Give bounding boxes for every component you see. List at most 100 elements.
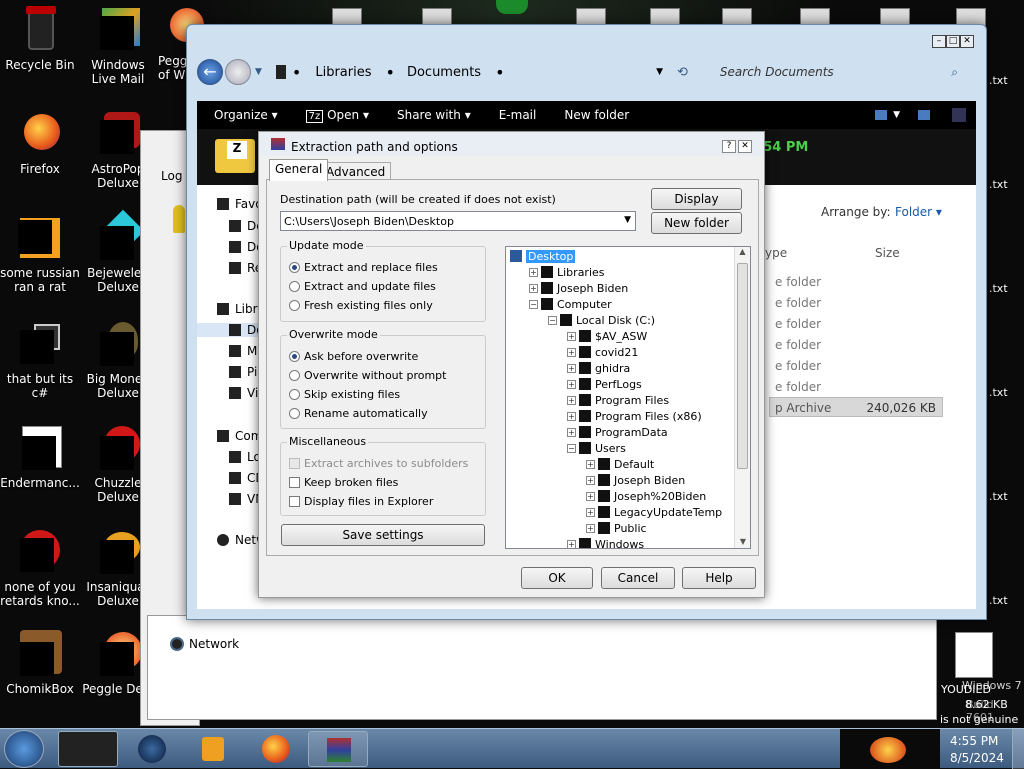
- destination-path-combo[interactable]: C:\Users\Joseph Biden\Desktop ▼: [280, 211, 636, 231]
- desktop-icon-chomikbox[interactable]: ChomikBox: [0, 630, 80, 696]
- column-type[interactable]: ype: [765, 246, 787, 260]
- desktop-txt-file[interactable]: .txt: [989, 74, 1008, 87]
- breadcrumb-documents[interactable]: Documents: [407, 65, 481, 80]
- arrange-dropdown[interactable]: Folder ▾: [895, 205, 942, 219]
- scroll-thumb[interactable]: [737, 263, 748, 469]
- taskbar-app-explorer[interactable]: [58, 731, 118, 767]
- expand-icon[interactable]: −: [529, 300, 538, 309]
- radio-fresh-existing[interactable]: Fresh existing files only: [289, 299, 433, 312]
- expand-icon[interactable]: +: [586, 492, 595, 501]
- scroll-up-icon[interactable]: ▲: [735, 247, 750, 256]
- row-type[interactable]: e folder: [775, 380, 821, 394]
- tree-node[interactable]: + Joseph%20Biden: [586, 489, 706, 505]
- tree-node[interactable]: + Joseph Biden: [586, 473, 685, 489]
- dialog-titlebar[interactable]: Extraction path and options ? ✕: [259, 132, 764, 156]
- minimize-button[interactable]: –: [932, 35, 946, 48]
- network-label[interactable]: Network: [189, 637, 239, 651]
- maximize-button[interactable]: □: [946, 35, 960, 48]
- taskbar-app-browser[interactable]: [122, 731, 182, 767]
- expand-icon[interactable]: +: [567, 332, 576, 341]
- bottom-window[interactable]: Network: [147, 615, 937, 720]
- address-bar[interactable]: • Libraries • Documents • ▼ ⟲: [270, 59, 688, 85]
- desktop-icon-recycle-bin[interactable]: Recycle Bin: [0, 6, 80, 72]
- desktop-icon-peggle-wow[interactable]: Pegg of W: [150, 6, 204, 82]
- expand-icon[interactable]: +: [586, 524, 595, 533]
- expand-icon[interactable]: +: [567, 540, 576, 548]
- expand-icon[interactable]: +: [529, 284, 538, 293]
- radio-extract-replace[interactable]: Extract and replace files: [289, 261, 438, 274]
- share-with-button[interactable]: Share with ▾: [397, 108, 471, 122]
- checkbox-display-in-explorer[interactable]: Display files in Explorer: [289, 495, 433, 508]
- tree-node[interactable]: − Users: [567, 441, 626, 457]
- preview-pane-icon[interactable]: [918, 110, 930, 120]
- open-button[interactable]: 7z Open ▾: [305, 108, 369, 123]
- expand-icon[interactable]: +: [586, 476, 595, 485]
- checkbox-keep-broken-files[interactable]: Keep broken files: [289, 476, 398, 489]
- tree-node[interactable]: + $AV_ASW: [567, 329, 647, 345]
- taskbar-app-winrar[interactable]: [308, 731, 368, 767]
- extraction-dialog[interactable]: Extraction path and options ? ✕ General …: [258, 131, 765, 598]
- tree-node[interactable]: + Public: [586, 521, 647, 537]
- address-dropdown-icon[interactable]: ▼: [656, 67, 663, 77]
- refresh-icon[interactable]: ⟲: [677, 65, 688, 80]
- archive-row[interactable]: p Archive 240,026 KB: [769, 397, 943, 417]
- display-button[interactable]: Display: [651, 188, 742, 210]
- desktop-icon-none-of-you[interactable]: none of you retards kno...: [0, 528, 80, 608]
- save-settings-button[interactable]: Save settings: [281, 524, 485, 546]
- tree-node[interactable]: + Libraries: [529, 265, 605, 281]
- desktop-icon-endermanc[interactable]: Endermanc...: [0, 424, 80, 490]
- expand-icon[interactable]: +: [567, 396, 576, 405]
- tray-date[interactable]: 8/5/2024: [950, 751, 1004, 765]
- tree-node[interactable]: + Default: [586, 457, 654, 473]
- breadcrumb-libraries[interactable]: Libraries: [315, 65, 371, 80]
- view-icon[interactable]: [875, 110, 888, 120]
- taskbar-app-media[interactable]: [184, 731, 244, 767]
- radio-rename-automatically[interactable]: Rename automatically: [289, 407, 428, 420]
- expand-icon[interactable]: −: [567, 444, 576, 453]
- row-type[interactable]: e folder: [775, 317, 821, 331]
- tree-node[interactable]: + Program Files (x86): [567, 409, 702, 425]
- tree-node[interactable]: + Program Files: [567, 393, 669, 409]
- forward-button[interactable]: [225, 59, 251, 85]
- desktop-txt-file[interactable]: .txt: [989, 178, 1008, 191]
- organize-button[interactable]: Organize ▾: [214, 108, 278, 122]
- scroll-down-icon[interactable]: ▼: [735, 537, 750, 546]
- tray-icon[interactable]: [870, 737, 906, 763]
- tree-node[interactable]: − Local Disk (C:): [548, 313, 655, 329]
- back-button[interactable]: ←: [197, 59, 223, 85]
- expand-icon[interactable]: +: [567, 412, 576, 421]
- taskbar-app-firefox[interactable]: [246, 731, 306, 767]
- expand-icon[interactable]: +: [567, 348, 576, 357]
- column-size[interactable]: Size: [875, 246, 900, 260]
- tree-node[interactable]: + PerfLogs: [567, 377, 642, 393]
- desktop-icon-windows-live-mail[interactable]: Windows Live Mail: [78, 6, 158, 86]
- tree-scrollbar[interactable]: ▲ ▼: [734, 247, 750, 548]
- desktop-txt-file[interactable]: .txt: [989, 386, 1008, 399]
- row-type[interactable]: e folder: [775, 338, 821, 352]
- new-folder-button[interactable]: New folder: [564, 108, 629, 122]
- expand-icon[interactable]: +: [567, 428, 576, 437]
- ok-button[interactable]: OK: [521, 567, 593, 589]
- tray-time[interactable]: 4:55 PM: [950, 734, 998, 748]
- nav-favorites[interactable]: Favo: [217, 197, 263, 211]
- tree-node[interactable]: Desktop: [510, 249, 576, 265]
- recent-pages-chevron-icon[interactable]: ▼: [255, 67, 262, 77]
- expand-icon[interactable]: +: [567, 364, 576, 373]
- radio-extract-update[interactable]: Extract and update files: [289, 280, 436, 293]
- nav-computer[interactable]: Com: [217, 429, 262, 443]
- txt-file-icon[interactable]: [955, 632, 993, 678]
- view-dropdown-icon[interactable]: ▼: [893, 110, 900, 120]
- email-button[interactable]: E-mail: [499, 108, 537, 122]
- tree-node[interactable]: + covid21: [567, 345, 638, 361]
- desktop-icon-that-but-its-csharp[interactable]: that but its c#: [0, 320, 80, 400]
- desktop-txt-file[interactable]: .txt: [989, 594, 1008, 607]
- folder-tree[interactable]: Desktop + Libraries + Joseph Biden − Computer −…: [505, 246, 751, 549]
- radio-ask-before-overwrite[interactable]: Ask before overwrite: [289, 350, 418, 363]
- help-icon[interactable]: [952, 108, 966, 122]
- tree-node[interactable]: + Windows: [567, 537, 644, 548]
- nav-local-disk[interactable]: Lo: [229, 450, 261, 464]
- tree-node[interactable]: + Joseph Biden: [529, 281, 628, 297]
- explorer-titlebar[interactable]: – □ ✕: [187, 25, 986, 53]
- tree-node[interactable]: + LegacyUpdateTemp: [586, 505, 722, 521]
- checkbox-extract-to-subfolders[interactable]: Extract archives to subfolders: [289, 457, 468, 470]
